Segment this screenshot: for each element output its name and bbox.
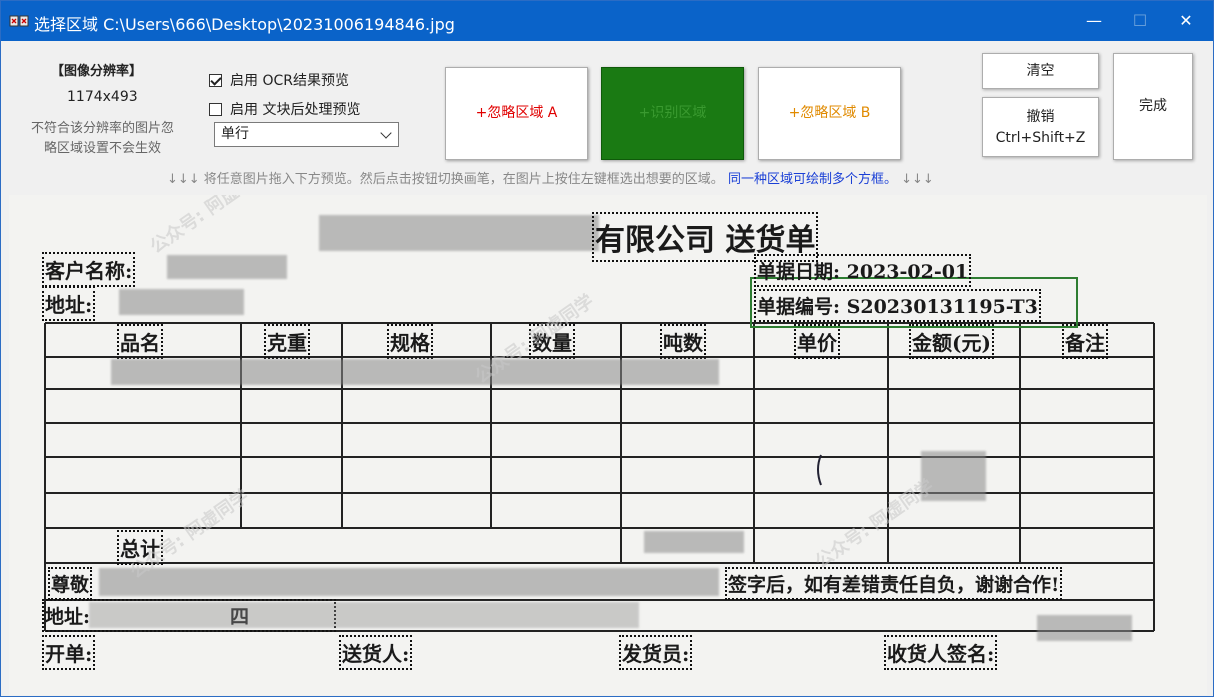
address-label: 地址: bbox=[41, 286, 96, 321]
redacted-company-name bbox=[319, 215, 599, 251]
column-header: 规格 bbox=[387, 324, 433, 359]
note-text: 签字后，如有差错责任自负，谢谢合作! bbox=[724, 567, 1063, 600]
block-preview-label: 启用 文块后处理预览 bbox=[230, 102, 361, 118]
column-header: 金额(元) bbox=[909, 324, 994, 359]
ocr-preview-label: 启用 OCR结果预览 bbox=[230, 73, 349, 89]
redacted-cell bbox=[644, 531, 744, 553]
note-prefix: 尊敬 bbox=[47, 567, 93, 600]
recognize-area-button[interactable]: +识别区域 bbox=[601, 67, 744, 160]
maximize-button[interactable]: ☐ bbox=[1117, 1, 1163, 41]
checkbox-unchecked-icon[interactable] bbox=[209, 103, 222, 116]
document-number: 单据编号: S20230131195-T3 bbox=[754, 289, 1041, 322]
layout-select[interactable]: 单行 bbox=[214, 122, 399, 147]
title-bar[interactable]: 选择区域 C:\Users\666\Desktop\20231006194846… bbox=[1, 1, 1213, 41]
redacted-note bbox=[99, 568, 719, 596]
minimize-button[interactable]: — bbox=[1071, 1, 1117, 41]
ignore-area-b-button[interactable]: +忽略区域 B bbox=[758, 67, 901, 160]
instruction-hint: ↓↓↓ 将任意图片拖入下方预览。然后点击按钮切换画笔，在图片上按住左键框选出想要… bbox=[167, 168, 934, 187]
window-title: 选择区域 C:\Users\666\Desktop\20231006194846… bbox=[34, 15, 455, 34]
undo-button[interactable]: 撤销 Ctrl+Shift+Z bbox=[982, 97, 1099, 157]
date-label: 单据日期: 2023-02-01 bbox=[753, 254, 972, 287]
image-preview-canvas[interactable]: 有限公司 送货单 客户名称: 地址: 单据日期: 2023-02-01 单据编号… bbox=[9, 195, 1207, 695]
resolution-value: 1174x493 bbox=[67, 89, 138, 105]
clear-button[interactable]: 清空 bbox=[982, 53, 1099, 89]
ignore-area-a-button[interactable]: +忽略区域 A bbox=[445, 67, 588, 160]
column-header: 克重 bbox=[264, 324, 310, 359]
redacted-signature bbox=[1037, 615, 1132, 641]
resolution-note: 不符合该分辨率的图片忽略区域设置不会生效 bbox=[30, 121, 174, 156]
toolbar: 【图像分辨率】 1174x493 不符合该分辨率的图片忽略区域设置不会生效 启用… bbox=[1, 41, 1213, 195]
undo-label: 撤销 bbox=[1026, 109, 1055, 125]
column-header: 品名 bbox=[117, 324, 163, 359]
block-preview-checkbox[interactable]: 启用 文块后处理预览 bbox=[209, 99, 360, 119]
hint-blue-text: 同一种区域可绘制多个方框。 bbox=[727, 172, 897, 187]
select-region-window: 选择区域 C:\Users\666\Desktop\20231006194846… bbox=[0, 0, 1214, 697]
redacted-customer bbox=[167, 255, 287, 279]
issuer-label: 开单: bbox=[41, 635, 96, 670]
redacted-address bbox=[119, 289, 244, 315]
column-header: 单价 bbox=[794, 324, 840, 359]
checkbox-checked-icon[interactable] bbox=[209, 74, 222, 87]
done-button[interactable]: 完成 bbox=[1113, 53, 1193, 160]
redacted-footer-address bbox=[89, 602, 639, 628]
resolution-title: 【图像分辨率】 bbox=[51, 64, 143, 79]
column-header: 吨数 bbox=[660, 324, 706, 359]
column-header: 备注 bbox=[1062, 324, 1108, 359]
hint-arrows: ↓↓↓ bbox=[901, 172, 934, 187]
hint-text: ↓↓↓ 将任意图片拖入下方预览。然后点击按钮切换画笔，在图片上按住左键框选出想要… bbox=[167, 172, 724, 187]
undo-shortcut: Ctrl+Shift+Z bbox=[995, 130, 1086, 146]
shipper-label: 发货员: bbox=[618, 635, 693, 670]
company-title: 有限公司 送货单 bbox=[591, 212, 819, 262]
customer-label: 客户名称: bbox=[41, 252, 136, 287]
deliverer-label: 送货人: bbox=[338, 635, 413, 670]
close-button[interactable]: ✕ bbox=[1163, 1, 1209, 41]
redacted-row bbox=[111, 359, 719, 385]
layout-select-value: 单行 bbox=[221, 126, 249, 142]
receiver-label: 收货人签名: bbox=[883, 635, 998, 670]
ocr-preview-checkbox[interactable]: 启用 OCR结果预览 bbox=[209, 70, 349, 90]
chevron-down-icon[interactable] bbox=[380, 127, 392, 139]
footer-address-label: 地址: bbox=[45, 606, 91, 628]
app-icon bbox=[9, 15, 29, 27]
